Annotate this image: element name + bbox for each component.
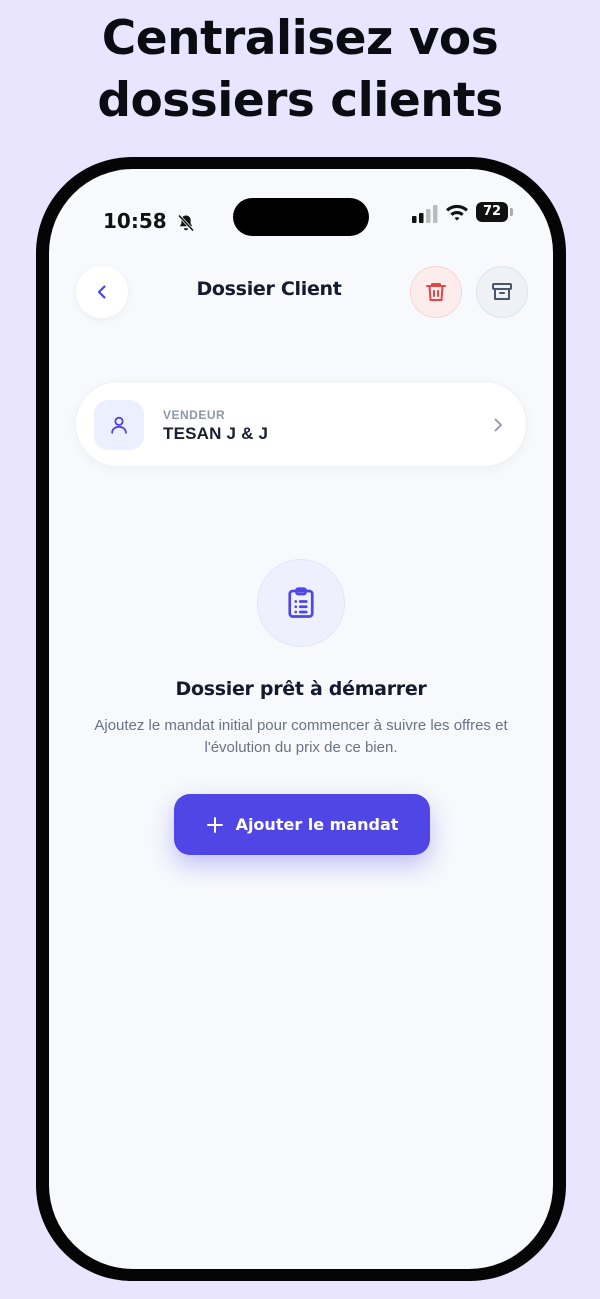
wifi-icon: [446, 204, 468, 221]
add-mandate-button[interactable]: Ajouter le mandat: [174, 794, 430, 855]
add-mandate-label: Ajouter le mandat: [235, 815, 399, 834]
clipboard-list-icon: [288, 587, 314, 618]
status-time: 10:58: [103, 209, 167, 233]
archive-button[interactable]: [476, 266, 528, 318]
plus-icon: [206, 816, 223, 833]
client-name: TESAN J & J: [163, 424, 269, 443]
page-title: Dossier Client: [196, 278, 342, 300]
user-icon: [111, 416, 127, 434]
headline-line-1: Centralisez vos: [101, 11, 499, 66]
archive-icon: [492, 283, 512, 300]
chevron-right-icon: [494, 418, 502, 432]
headline-line-2: dossiers clients: [97, 73, 503, 128]
battery-icon: 72: [476, 202, 508, 222]
empty-state-description: Ajoutez le mandat initial pour commencer…: [94, 717, 508, 756]
empty-state-title: Dossier prêt à démarrer: [175, 678, 427, 700]
back-button[interactable]: [76, 266, 128, 318]
phone-screen: 10:58 72 Dossier Client VENDEUR TESAN J …: [49, 169, 553, 1269]
bell-slash-icon: [177, 214, 195, 232]
chevron-left-icon: [97, 285, 106, 299]
marketing-headline: Centralisez vos dossiers clients: [0, 8, 600, 132]
trash-icon: [426, 283, 446, 301]
client-card[interactable]: VENDEUR TESAN J & J: [75, 381, 527, 467]
battery-nub: [510, 208, 513, 216]
empty-state-icon-badge: [257, 559, 345, 647]
delete-button[interactable]: [410, 266, 462, 318]
dynamic-island: [233, 198, 369, 236]
avatar: [94, 400, 144, 450]
signal-icon: [412, 205, 438, 223]
phone-frame: 10:58 72 Dossier Client VENDEUR TESAN J …: [36, 157, 566, 1281]
client-role-label: VENDEUR: [163, 408, 226, 422]
